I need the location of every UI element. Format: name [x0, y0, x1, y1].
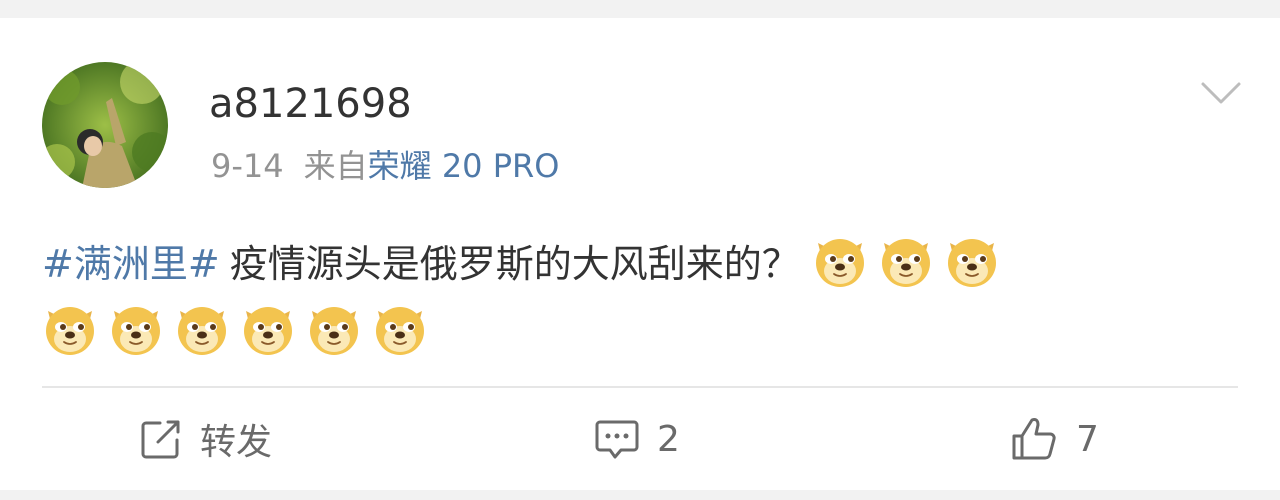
- doge-emoji: [240, 301, 296, 357]
- hashtag-link[interactable]: #满洲里#: [42, 242, 220, 286]
- comment-count: 2: [657, 418, 680, 460]
- repost-button[interactable]: 转发: [140, 415, 272, 463]
- chevron-down-icon[interactable]: [1200, 78, 1242, 108]
- doge-emoji: [42, 301, 98, 357]
- avatar[interactable]: [42, 62, 168, 188]
- doge-emoji: [944, 233, 1000, 289]
- doge-emoji: [812, 233, 868, 289]
- weibo-post-card: a8121698 9-14 来自荣耀 20 PRO #满洲里# 疫情源头是俄罗斯的大…: [0, 18, 1280, 490]
- comment-icon: [595, 420, 639, 459]
- doge-emoji: [372, 301, 428, 357]
- thumbs-up-icon: [1012, 418, 1056, 460]
- doge-emoji: [878, 233, 934, 289]
- doge-emoji: [174, 301, 230, 357]
- doge-emoji: [306, 301, 362, 357]
- repost-label: 转发: [200, 422, 273, 463]
- divider: [42, 386, 1238, 388]
- username[interactable]: a8121698: [209, 80, 412, 128]
- emoji-group-line2: [42, 298, 1242, 366]
- post-text: 疫情源头是俄罗斯的大风刮来的？: [229, 242, 800, 286]
- emoji-group-line1: [812, 239, 1010, 287]
- post-meta: 9-14 来自荣耀 20 PRO: [211, 146, 559, 186]
- source-prefix: 来自: [303, 147, 368, 185]
- source-device[interactable]: 荣耀 20 PRO: [368, 147, 560, 185]
- doge-emoji: [108, 301, 164, 357]
- like-button[interactable]: 7: [1010, 415, 1099, 463]
- repost-icon: [141, 420, 180, 459]
- post-content: #满洲里# 疫情源头是俄罗斯的大风刮来的？: [42, 230, 1242, 366]
- post-date: 9-14: [211, 147, 284, 185]
- like-count: 7: [1076, 418, 1099, 460]
- comment-button[interactable]: 2: [595, 415, 680, 463]
